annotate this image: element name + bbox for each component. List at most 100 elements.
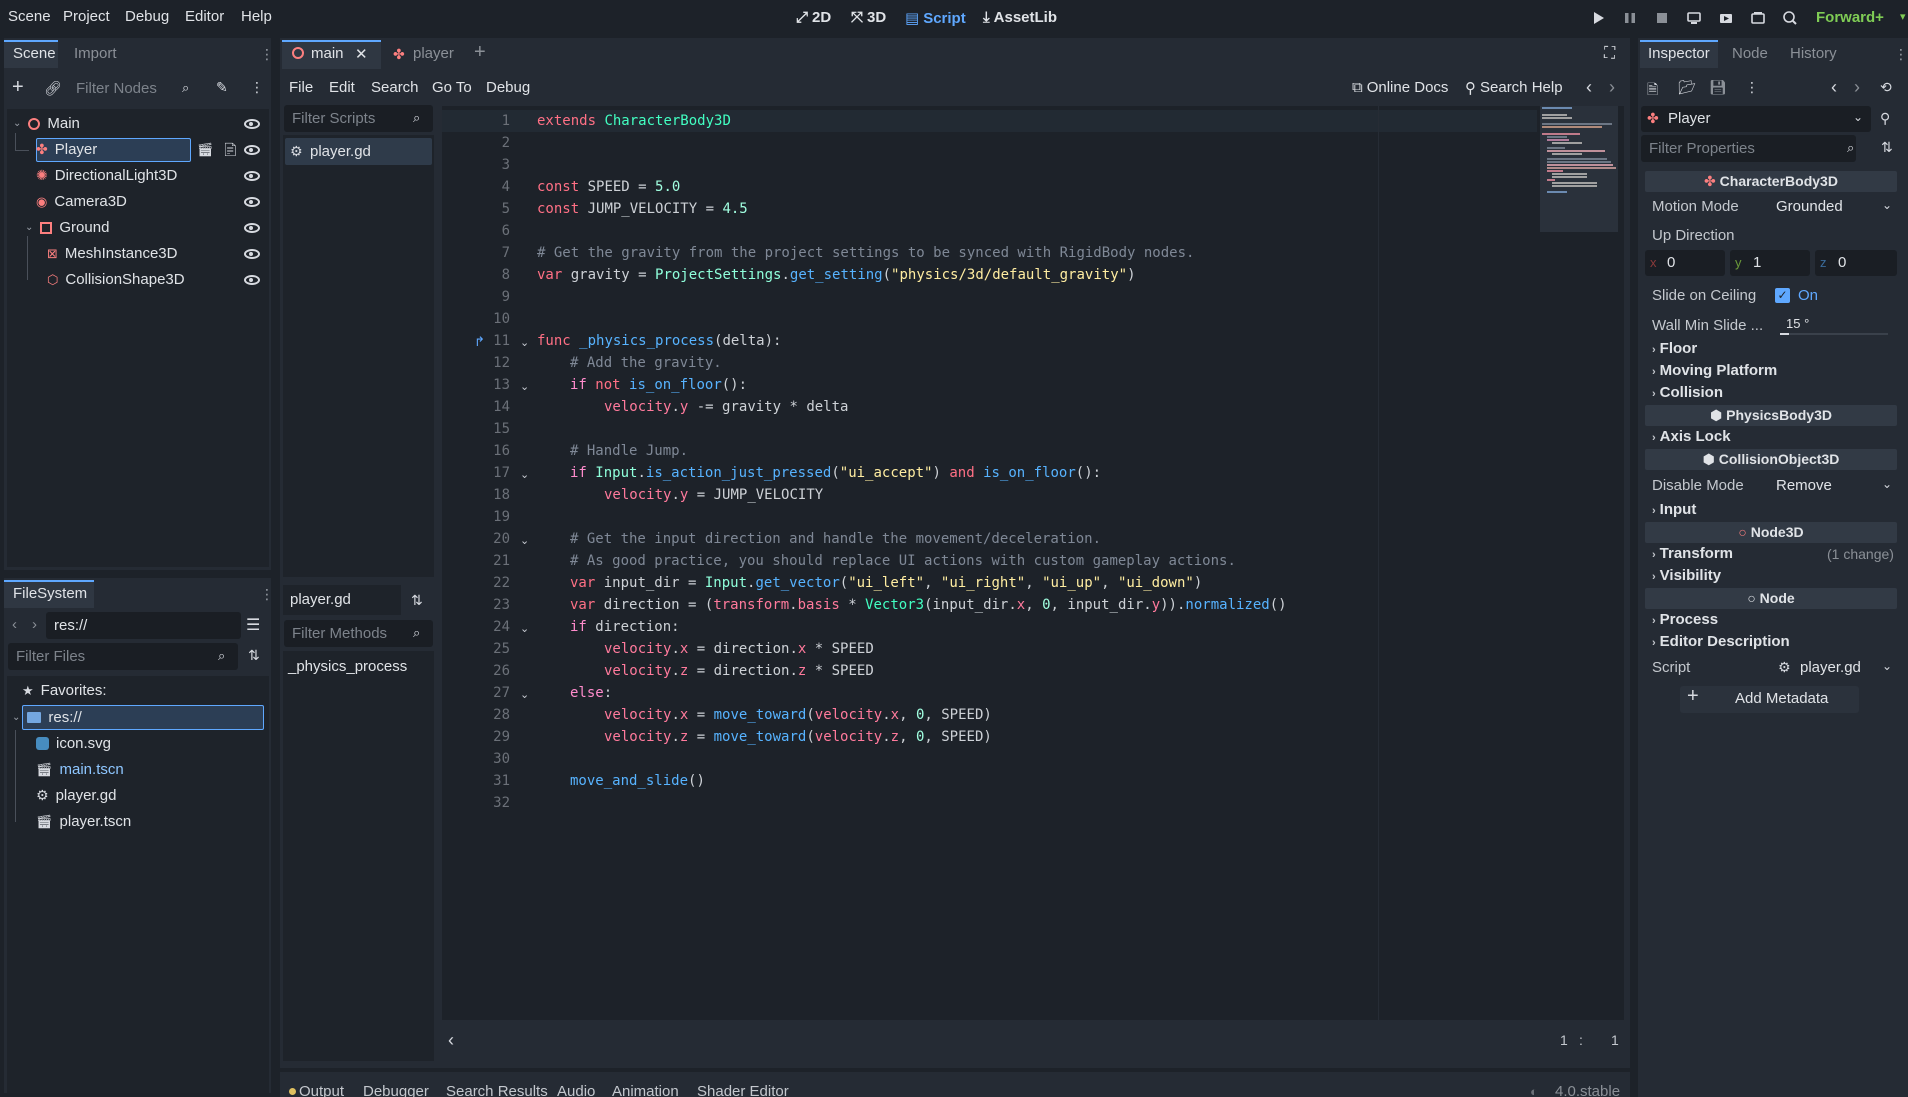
group-collision[interactable]: › Collision <box>1652 384 1723 401</box>
visibility-eye-icon[interactable] <box>244 171 260 181</box>
history-forward-icon[interactable]: › <box>1854 77 1860 98</box>
filter-methods-input[interactable]: Filter Methods <box>284 620 433 647</box>
script-value[interactable]: player.gd <box>1800 659 1861 676</box>
mode-3d-button[interactable]: ⤧ 3D <box>851 9 886 26</box>
tab-node[interactable]: Node <box>1732 45 1768 62</box>
play-icon[interactable] <box>1590 10 1606 26</box>
tab-scene[interactable]: Scene <box>13 45 56 62</box>
menu-editor[interactable]: Editor <box>185 8 224 25</box>
add-node-icon[interactable]: + <box>12 76 24 99</box>
wall-min-slider-track[interactable] <box>1780 333 1888 335</box>
file-main-tscn[interactable]: 🎬︎ main.tscn <box>36 761 124 778</box>
fold-arrow-icon[interactable]: ⌄ <box>520 380 529 393</box>
history-back-icon[interactable]: ‹ <box>1586 77 1592 98</box>
tree-node-main[interactable]: ⌄ Main <box>13 115 80 132</box>
split-view-icon[interactable]: ☰ <box>246 615 260 635</box>
tab-audio[interactable]: Audio <box>557 1083 595 1097</box>
group-moving-platform[interactable]: › Moving Platform <box>1652 362 1777 379</box>
up-z-field[interactable] <box>1815 250 1897 276</box>
open-script-icon[interactable]: 📄︎ <box>222 142 239 158</box>
method-override-icon[interactable]: ↱ <box>474 334 485 350</box>
close-icon[interactable]: ✕ <box>355 45 368 63</box>
play-custom-scene-icon[interactable] <box>1750 10 1766 26</box>
menu-project[interactable]: Project <box>63 8 110 25</box>
renderer-selector[interactable]: Forward+ <box>1816 9 1884 26</box>
file-player-gd[interactable]: ⚙ player.gd <box>36 787 116 804</box>
dock-menu-icon[interactable]: ⋮ <box>260 46 274 63</box>
chevron-down-icon[interactable]: ▾ <box>1900 10 1906 23</box>
favorites-row[interactable]: ★ Favorites: <box>22 682 107 699</box>
save-icon[interactable]: 💾︎ <box>1709 79 1727 96</box>
history-back-icon[interactable]: ‹ <box>1831 77 1837 98</box>
visibility-eye-icon[interactable] <box>244 249 260 259</box>
menu-help[interactable]: Help <box>241 8 272 25</box>
script-menu-file[interactable]: File <box>289 79 313 96</box>
mode-2d-button[interactable]: ⤢ 2D <box>796 9 831 26</box>
menu-debug[interactable]: Debug <box>125 8 169 25</box>
sort-icon[interactable]: ⇅ <box>248 647 260 664</box>
tab-output[interactable]: Output <box>299 1083 344 1097</box>
folder-res[interactable]: ⌄ res:// <box>12 709 82 726</box>
tab-filesystem[interactable]: FileSystem <box>13 585 87 602</box>
group-transform[interactable]: › Transform <box>1652 545 1733 562</box>
fold-arrow-icon[interactable]: ⌄ <box>520 622 529 635</box>
visibility-eye-icon[interactable] <box>244 275 260 285</box>
fold-arrow-icon[interactable]: ⌄ <box>520 336 529 349</box>
tree-node-camera[interactable]: ◉ Camera3D <box>36 193 127 210</box>
stop-icon[interactable] <box>1654 10 1670 26</box>
tab-shader-editor[interactable]: Shader Editor <box>697 1083 789 1097</box>
tree-node-ground[interactable]: ⌄ Ground <box>25 219 109 236</box>
tab-main[interactable]: main <box>311 45 344 62</box>
disable-mode-select[interactable]: Remove <box>1776 477 1832 494</box>
more-icon[interactable]: ⋮ <box>1745 79 1759 96</box>
object-history-icon[interactable]: ⟲ <box>1880 79 1892 96</box>
group-visibility[interactable]: › Visibility <box>1652 567 1721 584</box>
group-axis-lock[interactable]: › Axis Lock <box>1652 428 1731 445</box>
tab-debugger[interactable]: Debugger <box>363 1083 429 1097</box>
back-icon[interactable]: ‹ <box>12 616 17 633</box>
up-x-field[interactable] <box>1645 250 1725 276</box>
file-icon-svg[interactable]: icon.svg <box>36 735 111 752</box>
script-menu-search[interactable]: Search <box>371 79 419 96</box>
dock-menu-icon[interactable]: ⋮ <box>1894 46 1908 63</box>
tree-node-mesh[interactable]: ⊠ MeshInstance3D <box>47 245 177 262</box>
motion-mode-select[interactable]: Grounded <box>1776 198 1843 215</box>
file-player-tscn[interactable]: 🎬︎ player.tscn <box>36 813 131 830</box>
pause-icon[interactable] <box>1622 10 1638 26</box>
script-attach-icon[interactable]: ✎ <box>216 79 228 96</box>
play-scene-icon[interactable] <box>1718 10 1734 26</box>
checkbox-checked-icon[interactable]: ✓ <box>1775 288 1790 303</box>
filter-properties-input[interactable]: Filter Properties <box>1641 135 1856 162</box>
visibility-eye-icon[interactable] <box>244 145 260 155</box>
script-menu-goto[interactable]: Go To <box>432 79 472 96</box>
sort-icon[interactable]: ⇅ <box>1881 139 1893 156</box>
group-process[interactable]: › Process <box>1652 611 1718 628</box>
tab-import[interactable]: Import <box>74 45 117 62</box>
tab-animation[interactable]: Animation <box>612 1083 679 1097</box>
mode-assetlib-button[interactable]: ⤓ AssetLib <box>983 9 1057 26</box>
script-menu-edit[interactable]: Edit <box>329 79 355 96</box>
dock-menu-icon[interactable]: ⋮ <box>260 586 274 603</box>
up-y-field[interactable] <box>1730 250 1810 276</box>
group-editor-description[interactable]: › Editor Description <box>1652 633 1790 650</box>
toggle-scripts-panel-icon[interactable]: ‹ <box>448 1030 454 1051</box>
path-input[interactable]: res:// <box>46 612 241 639</box>
filter-files-input[interactable]: Filter Files <box>8 643 238 670</box>
online-docs-button[interactable]: ⧉ Online Docs <box>1352 79 1448 96</box>
tree-node-collision[interactable]: ⬡ CollisionShape3D <box>47 271 185 288</box>
method-item[interactable]: _physics_process <box>288 658 407 675</box>
distraction-free-icon[interactable]: ⛶ <box>1604 45 1615 63</box>
sort-icon[interactable]: ⇅ <box>411 592 423 609</box>
open-scene-icon[interactable]: 🎬︎ <box>197 142 214 158</box>
tab-search-results[interactable]: Search Results <box>446 1083 548 1097</box>
tree-node-directional-light[interactable]: ✺ DirectionalLight3D <box>36 167 177 184</box>
tab-player[interactable]: player <box>413 45 454 62</box>
fold-arrow-icon[interactable]: ⌄ <box>520 468 529 481</box>
mode-script-button[interactable]: ▤ Script <box>905 9 966 28</box>
forward-icon[interactable]: › <box>32 616 37 633</box>
new-resource-icon[interactable]: 🗎︎ <box>1647 79 1658 103</box>
search-help-button[interactable]: ⚲ Search Help <box>1465 79 1563 97</box>
fold-arrow-icon[interactable]: ⌄ <box>520 688 529 701</box>
tree-node-player[interactable]: ✤ Player <box>36 141 97 158</box>
link-icon[interactable]: 🔗︎ <box>44 80 62 97</box>
